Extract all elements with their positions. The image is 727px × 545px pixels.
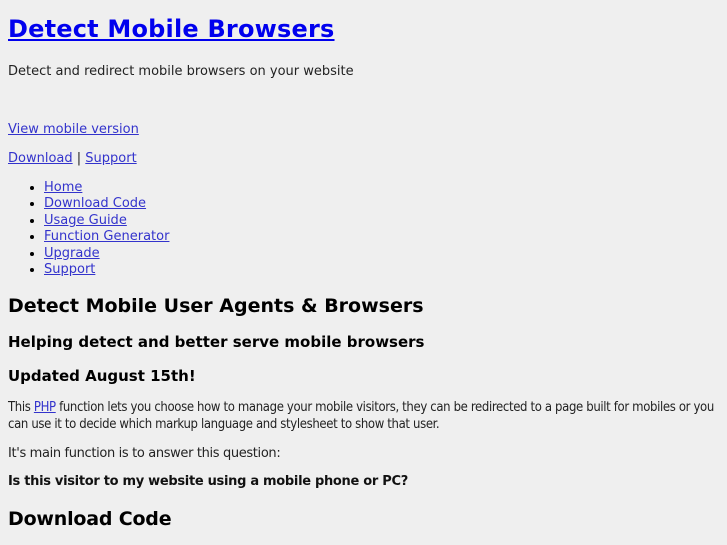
- download-link[interactable]: Download: [8, 151, 73, 166]
- nav-link-function-generator[interactable]: Function Generator: [44, 229, 169, 244]
- site-title-link[interactable]: Detect Mobile Browsers: [8, 15, 335, 43]
- subheading-helping: Helping detect and better serve mobile b…: [8, 333, 425, 351]
- php-link[interactable]: PHP: [34, 400, 56, 415]
- nav-item-support: Support: [44, 262, 169, 278]
- nav-item-download-code: Download Code: [44, 196, 169, 212]
- nav-link-support[interactable]: Support: [44, 262, 95, 277]
- site-title: Detect Mobile Browsers: [8, 15, 335, 43]
- desc-prefix: This: [8, 400, 34, 415]
- tagline: Detect and redirect mobile browsers on y…: [8, 64, 354, 79]
- question-text: Is this visitor to my website using a mo…: [8, 474, 408, 489]
- nav-link-download-code[interactable]: Download Code: [44, 196, 146, 211]
- nav-link-usage-guide[interactable]: Usage Guide: [44, 213, 127, 228]
- view-mobile-paragraph: View mobile version: [8, 122, 139, 137]
- view-mobile-link[interactable]: View mobile version: [8, 122, 139, 137]
- nav-item-function-generator: Function Generator: [44, 229, 169, 245]
- download-support-links: Download | Support: [8, 151, 137, 166]
- nav-list: Home Download Code Usage Guide Function …: [8, 180, 169, 278]
- nav-item-home: Home: [44, 180, 169, 196]
- nav-link-home[interactable]: Home: [44, 180, 82, 195]
- nav-link-upgrade[interactable]: Upgrade: [44, 246, 100, 261]
- main-function-text: It's main function is to answer this que…: [8, 446, 281, 461]
- main-heading: Detect Mobile User Agents & Browsers: [8, 295, 424, 317]
- description-paragraph: This PHP function lets you choose how to…: [8, 400, 720, 433]
- link-separator: |: [76, 151, 82, 166]
- support-link[interactable]: Support: [85, 151, 136, 166]
- subheading-updated: Updated August 15th!: [8, 367, 196, 385]
- nav-item-usage-guide: Usage Guide: [44, 213, 169, 229]
- download-code-heading: Download Code: [8, 508, 172, 530]
- desc-suffix: function lets you choose how to manage y…: [8, 400, 714, 432]
- nav-item-upgrade: Upgrade: [44, 246, 169, 262]
